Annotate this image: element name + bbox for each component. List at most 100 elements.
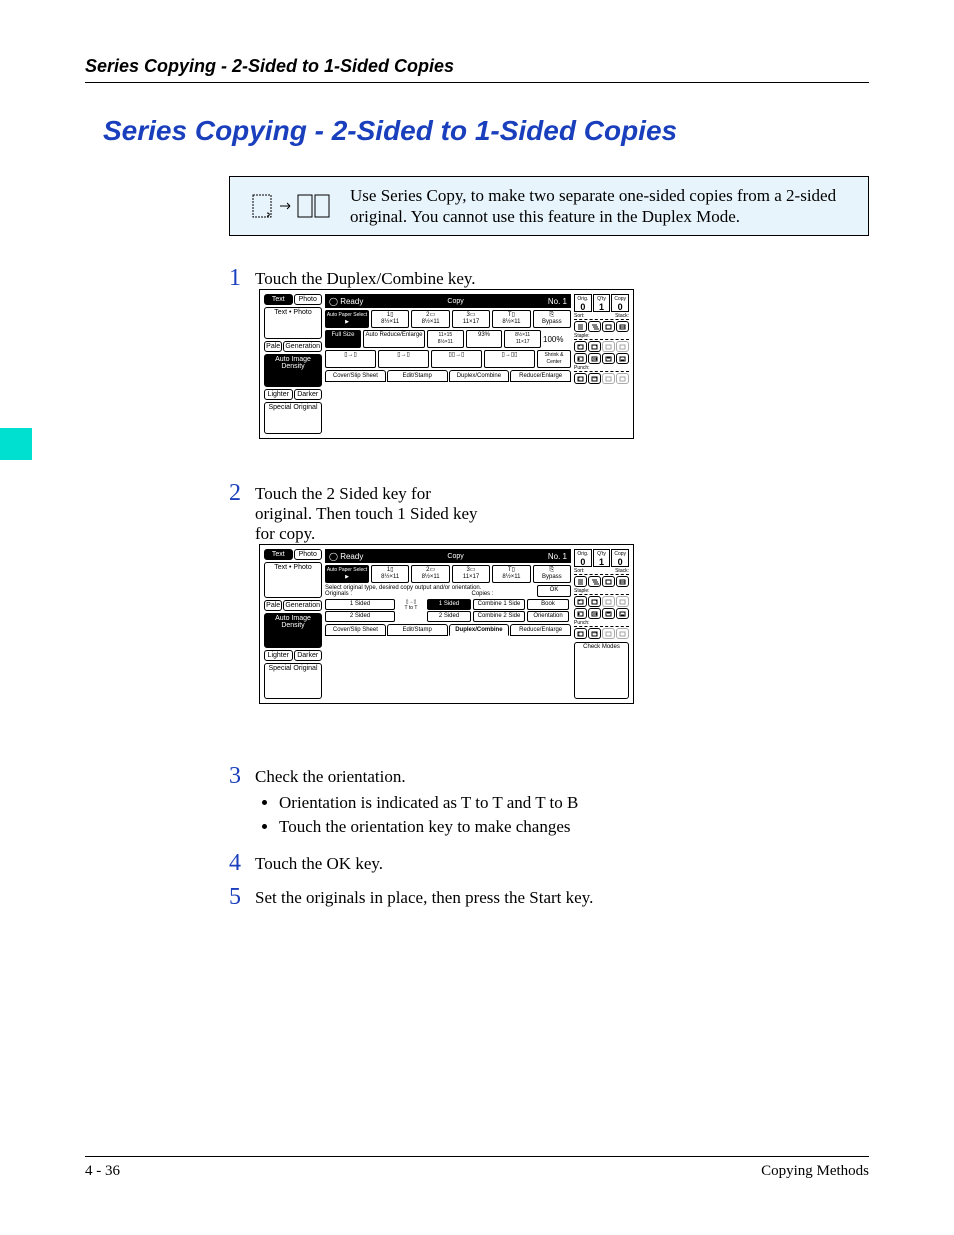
staple-icon-3 xyxy=(602,596,615,607)
tab-duplex-combine: Duplex/Combine xyxy=(449,624,510,636)
staple-icon-7 xyxy=(602,353,615,364)
copier-panel-screenshot-2: Text Photo Text • Photo Pale Generation … xyxy=(259,544,634,704)
tray-3: 3▭11×17 xyxy=(452,565,490,583)
staple-icon-7 xyxy=(602,608,615,619)
status-bar: ◯ Ready Copy No. 1 xyxy=(325,549,571,563)
copy-counter: Copy0 xyxy=(611,294,629,312)
status-bar: ◯ Ready Copy No. 1 xyxy=(325,294,571,308)
auto-image-density: Auto Image Density xyxy=(264,613,322,649)
step-1: 1 Touch the Duplex/Combine key. Text Pho… xyxy=(229,266,871,439)
copy-1-sided: 1 Sided xyxy=(427,599,471,610)
step-3: 3 Check the orientation. Orientation is … xyxy=(229,764,871,847)
mode-generation: Generation xyxy=(283,600,322,611)
dup-opt-2: ▯→▯ xyxy=(378,350,429,368)
sort-icon-2 xyxy=(588,576,601,587)
sort-label: Sort: xyxy=(574,568,585,574)
step-4-text: Touch the OK key. xyxy=(255,854,383,873)
copy-counter: Copy0 xyxy=(611,549,629,567)
staple-icon-6 xyxy=(588,353,601,364)
punch-icon-1 xyxy=(574,628,587,639)
copier-panel-screenshot-1: Text Photo Text • Photo Pale Generation … xyxy=(259,289,634,439)
mode-text: Text xyxy=(264,294,293,305)
auto-paper-select: Auto Paper Select ▶ xyxy=(325,565,369,583)
step-2: 2 Touch the 2 Sided key for original. Th… xyxy=(229,481,871,704)
lighter-button: Lighter xyxy=(264,650,293,661)
mode-generation: Generation xyxy=(283,341,322,352)
bypass-tray: ⎘Bypass xyxy=(533,565,571,583)
combine-2-side: Combine 2 Side xyxy=(473,611,525,622)
section-name: Copying Methods xyxy=(761,1163,869,1180)
mode-photo: Photo xyxy=(294,294,323,305)
tray-3: 3▭11×17 xyxy=(452,310,490,328)
feature-tabs: Cover/Slip Sheet Edit/Stamp Duplex/Combi… xyxy=(325,370,571,382)
step-4: 4 Touch the OK key. xyxy=(229,851,871,875)
step-number: 2 xyxy=(229,481,253,505)
staple-icon-3 xyxy=(602,341,615,352)
sort-label: Sort: xyxy=(574,313,585,319)
tray-4: T▯8½×11 xyxy=(492,310,530,328)
tray-1: 1▯8½×11 xyxy=(371,310,409,328)
orig-counter: Orig.0 xyxy=(574,294,592,312)
punch-label: Punch: xyxy=(574,620,590,626)
preset-ratio-1: 11×158½×11 xyxy=(427,330,464,348)
stack-icon-2 xyxy=(616,576,629,587)
tray-4: T▯8½×11 xyxy=(492,565,530,583)
punch-icon-4 xyxy=(616,628,629,639)
book-button: Book xyxy=(527,599,569,610)
orientation-label: T to T xyxy=(405,605,418,611)
step-5-text: Set the originals in place, then press t… xyxy=(255,888,593,907)
dup-opt-4: ▯→▯▯ xyxy=(484,350,535,368)
info-text: Use Series Copy, to make two separate on… xyxy=(350,185,856,228)
mode-label: Copy xyxy=(363,298,548,305)
sort-icon-1 xyxy=(574,576,587,587)
auto-reduce-enlarge: Auto Reduce/Enlarge xyxy=(363,330,425,348)
mode-label: Copy xyxy=(363,553,548,560)
tray-1: 1▯8½×11 xyxy=(371,565,409,583)
punch-icon-1 xyxy=(574,373,587,384)
sort-icon-1 xyxy=(574,321,587,332)
orientation-button: Orientation xyxy=(527,611,569,622)
step-number: 5 xyxy=(229,885,253,909)
staple-icon-1 xyxy=(574,341,587,352)
punch-icon-2 xyxy=(588,628,601,639)
originals-label: Originals : xyxy=(325,591,430,597)
step-2-text: Touch the 2 Sided key for original. Then… xyxy=(255,484,491,544)
staple-icon-8 xyxy=(616,608,629,619)
orig-counter: Orig.0 xyxy=(574,549,592,567)
tab-cover-slip: Cover/Slip Sheet xyxy=(325,370,386,382)
tab-cover-slip: Cover/Slip Sheet xyxy=(325,624,386,636)
copy-2-sided: 2 Sided xyxy=(427,611,471,622)
tray-2: 2▭8½×11 xyxy=(411,310,449,328)
full-size: Full Size xyxy=(325,330,361,348)
check-modes-button: Check Modes xyxy=(574,642,629,699)
tab-duplex-combine: Duplex/Combine xyxy=(449,370,510,382)
orig-1-sided: 1 Sided xyxy=(325,599,395,610)
job-number: No. 1 xyxy=(548,552,567,561)
ratio-93: 93% xyxy=(466,330,503,348)
punch-icon-3 xyxy=(602,628,615,639)
staple-icon-6 xyxy=(588,608,601,619)
punch-icon-4 xyxy=(616,373,629,384)
staple-label: Staple: xyxy=(574,588,590,594)
staple-icon-4 xyxy=(616,596,629,607)
tray-2: 2▭8½×11 xyxy=(411,565,449,583)
step-3-bullets: Orientation is indicated as T to T and T… xyxy=(279,793,871,837)
staple-icon-5 xyxy=(574,608,587,619)
running-head: Series Copying - 2-Sided to 1-Sided Copi… xyxy=(85,56,869,77)
auto-image-density: Auto Image Density xyxy=(264,354,322,386)
mode-text-photo: Text • Photo xyxy=(264,307,322,339)
mode-pale: Pale xyxy=(264,600,282,611)
zoom-value: 100% xyxy=(543,335,571,344)
copies-label: Copies : xyxy=(430,591,535,597)
section-tab-marker xyxy=(0,428,32,460)
punch-label: Punch: xyxy=(574,365,590,371)
info-box: Use Series Copy, to make two separate on… xyxy=(229,176,869,236)
punch-icon-3 xyxy=(602,373,615,384)
combine-1-side: Combine 1 Side xyxy=(473,599,525,610)
ready-label: ◯ Ready xyxy=(329,552,363,561)
feature-tabs: Cover/Slip Sheet Edit/Stamp Duplex/Combi… xyxy=(325,624,571,636)
step-number: 4 xyxy=(229,851,253,875)
darker-button: Darker xyxy=(294,650,323,661)
staple-icon-2 xyxy=(588,596,601,607)
mode-photo: Photo xyxy=(294,549,323,560)
